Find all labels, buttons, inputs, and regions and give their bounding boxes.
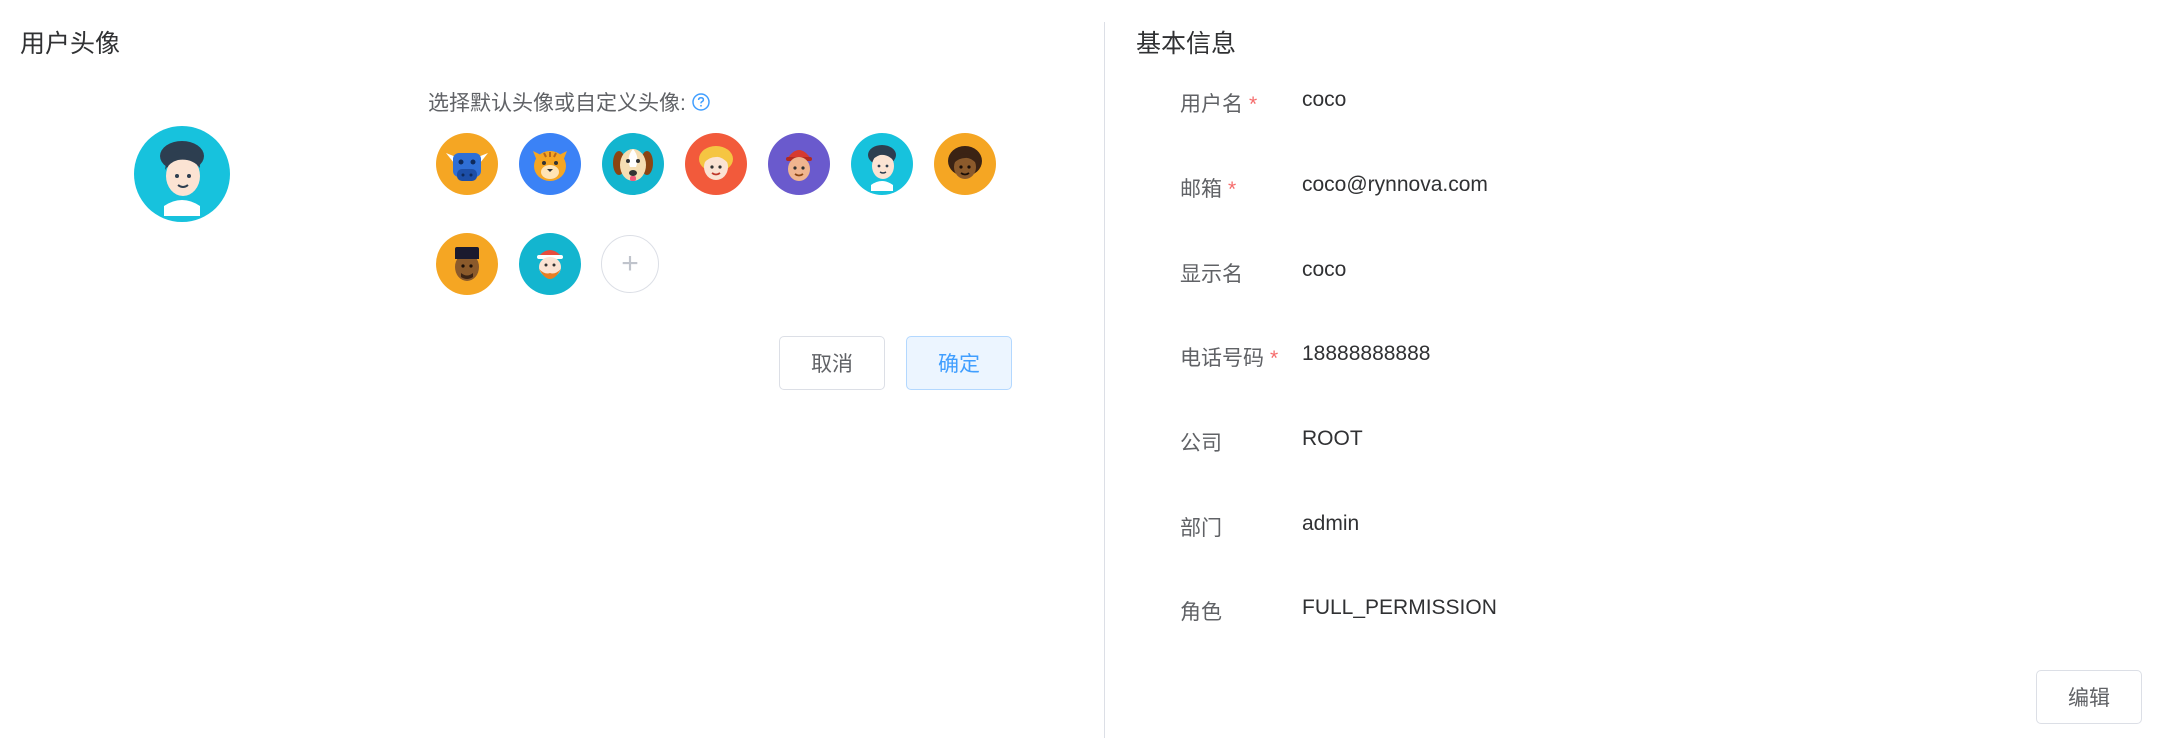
company-label: 公司 bbox=[1180, 432, 1222, 455]
required-mark: * bbox=[1228, 178, 1237, 201]
cancel-button[interactable]: 取消 bbox=[779, 336, 885, 390]
avatar-option-bull[interactable] bbox=[436, 133, 498, 195]
avatar-hint: 选择默认头像或自定义头像: bbox=[428, 87, 710, 117]
user-avatar-title: 用户头像 bbox=[20, 30, 121, 58]
required-mark: * bbox=[1249, 93, 1258, 116]
basic-info-title: 基本信息 bbox=[1136, 30, 1237, 58]
role-label: 角色 bbox=[1180, 601, 1222, 624]
avatar-hint-text: 选择默认头像或自定义头像: bbox=[428, 92, 686, 115]
avatar-option-dark-skin-man[interactable] bbox=[436, 233, 498, 295]
avatar-option-bearded-man[interactable] bbox=[519, 233, 581, 295]
dog-avatar-icon bbox=[602, 133, 664, 195]
girl-avatar-icon bbox=[851, 133, 913, 195]
department-label: 部门 bbox=[1180, 517, 1222, 540]
dark-skin-woman-avatar-icon bbox=[934, 133, 996, 195]
dark-skin-man-avatar-icon bbox=[436, 233, 498, 295]
avatar-option-tiger[interactable] bbox=[519, 133, 581, 195]
add-custom-avatar-button[interactable]: + bbox=[601, 235, 659, 293]
avatar-option-blonde-girl[interactable] bbox=[685, 133, 747, 195]
panel-divider bbox=[1104, 22, 1105, 738]
red-hat-avatar-icon bbox=[768, 133, 830, 195]
avatar-option-red-hat[interactable] bbox=[768, 133, 830, 195]
avatar-option-dog[interactable] bbox=[602, 133, 664, 195]
role-value: FULL_PERMISSION bbox=[1302, 596, 1497, 619]
bull-avatar-icon bbox=[436, 133, 498, 195]
required-mark: * bbox=[1270, 347, 1279, 370]
bearded-man-avatar-icon bbox=[519, 233, 581, 295]
email-label: 邮箱 * bbox=[1180, 178, 1237, 201]
phone-label: 电话号码 * bbox=[1180, 347, 1279, 370]
help-icon[interactable] bbox=[692, 93, 710, 111]
company-value: ROOT bbox=[1302, 427, 1363, 450]
username-label: 用户名 * bbox=[1180, 93, 1258, 116]
email-value: coco@rynnova.com bbox=[1302, 173, 1488, 196]
blonde-girl-avatar-icon bbox=[685, 133, 747, 195]
avatar-option-girl[interactable] bbox=[851, 133, 913, 195]
edit-button[interactable]: 编辑 bbox=[2036, 670, 2142, 724]
department-value: admin bbox=[1302, 512, 1360, 535]
plus-icon: + bbox=[621, 247, 639, 280]
phone-value: 18888888888 bbox=[1302, 342, 1431, 365]
confirm-button[interactable]: 确定 bbox=[906, 336, 1012, 390]
avatar-option-dark-skin-woman[interactable] bbox=[934, 133, 996, 195]
girl-avatar-icon bbox=[134, 126, 230, 222]
current-avatar bbox=[134, 126, 230, 222]
display-name-value: coco bbox=[1302, 258, 1347, 281]
username-value: coco bbox=[1302, 88, 1347, 111]
display-name-label: 显示名 bbox=[1180, 263, 1243, 286]
tiger-avatar-icon bbox=[519, 133, 581, 195]
